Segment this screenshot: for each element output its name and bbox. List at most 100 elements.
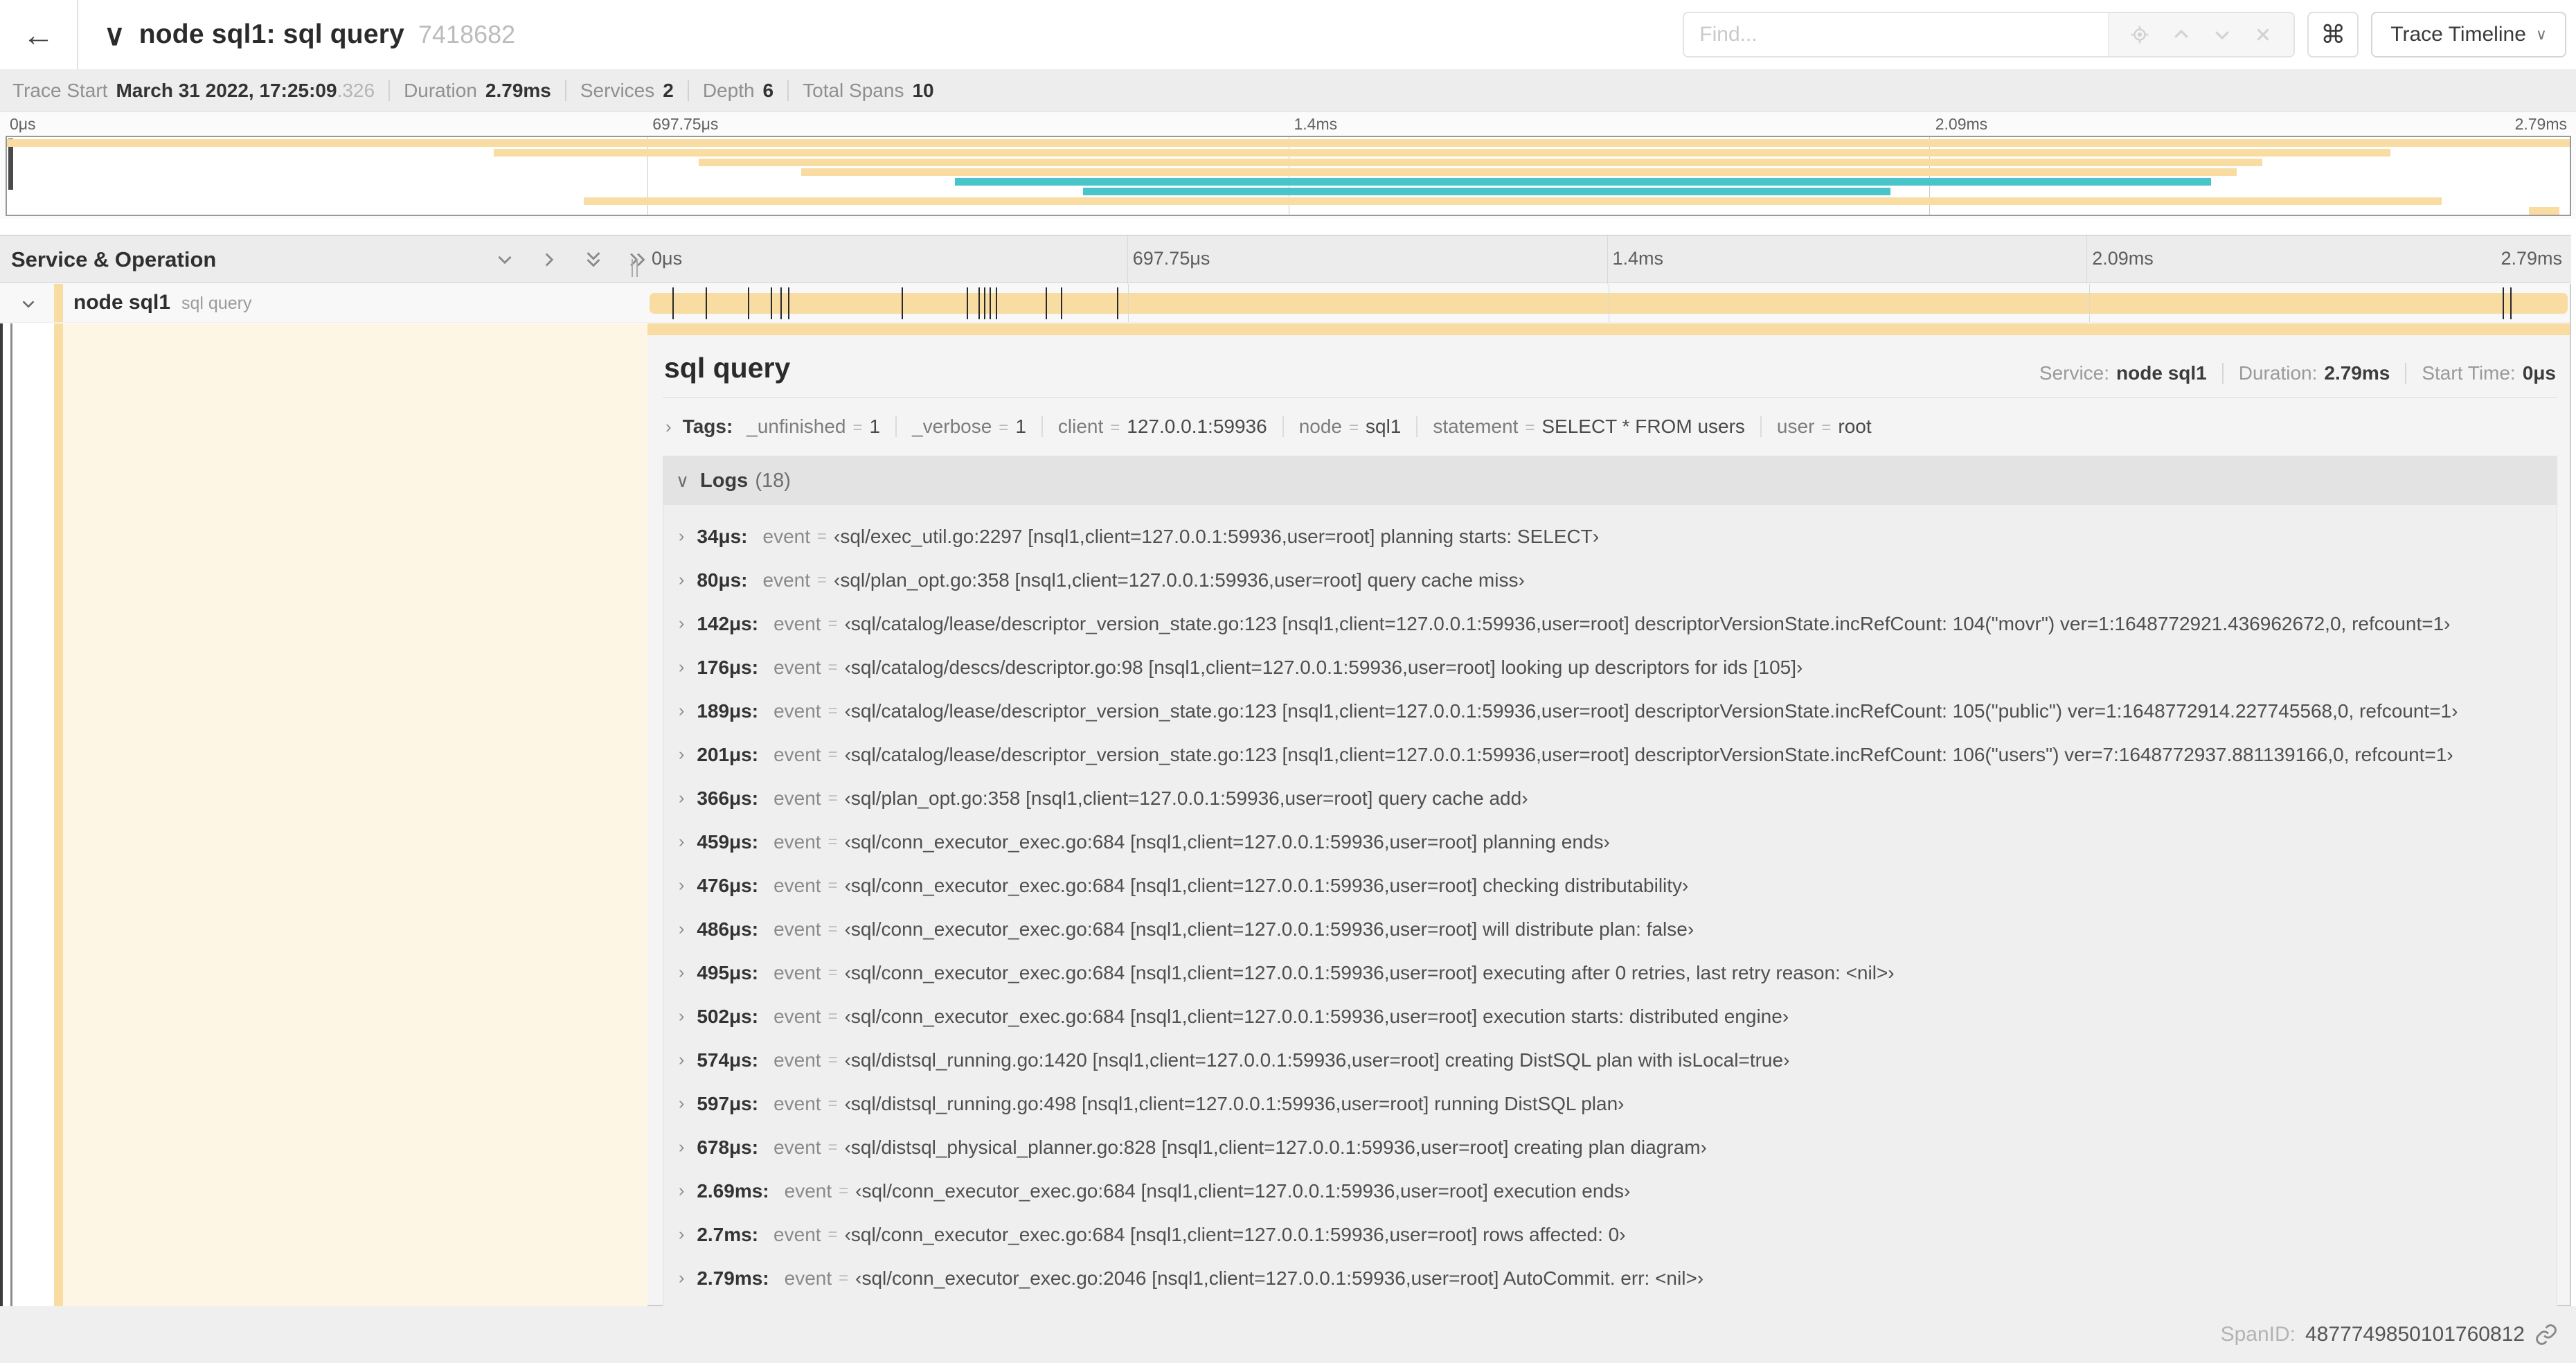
deep-link-icon[interactable] xyxy=(2534,1323,2558,1346)
log-field-key: event xyxy=(773,830,821,853)
span-detail-highlight xyxy=(63,323,647,1306)
collapse-one-icon[interactable] xyxy=(493,248,517,271)
trace-summary-bar: Trace Start March 31 2022, 17:25:09.326 … xyxy=(0,69,2576,112)
log-entry-row[interactable]: › 366μs: event = ‹sql/plan_opt.go:358 [n… xyxy=(663,776,2557,820)
log-timestamp: 459μs: xyxy=(697,830,759,853)
column-resize-grip[interactable] xyxy=(632,259,644,277)
equals-sign: = xyxy=(828,1224,838,1244)
find-prev-icon[interactable] xyxy=(2171,24,2192,45)
collapse-all-icon[interactable] xyxy=(582,248,605,271)
log-entry-row[interactable]: › 201μs: event = ‹sql/catalog/lease/desc… xyxy=(663,733,2557,776)
logs-label: Logs xyxy=(700,469,749,492)
log-entry-row[interactable]: › 597μs: event = ‹sql/distsql_running.go… xyxy=(663,1082,2557,1125)
locate-icon[interactable] xyxy=(2129,24,2150,45)
logs-list: › 34μs: event = ‹sql/exec_util.go:2297 [… xyxy=(663,505,2557,1303)
log-entry-row[interactable]: › 486μs: event = ‹sql/conn_executor_exec… xyxy=(663,907,2557,951)
log-field-value: ‹sql/distsql_running.go:1420 [nsql1,clie… xyxy=(844,1049,1790,1071)
summary-label: Depth xyxy=(702,79,755,101)
equals-sign: = xyxy=(852,418,863,437)
back-button[interactable]: ← xyxy=(0,0,78,69)
keyboard-shortcuts-button[interactable]: ⌘ xyxy=(2307,12,2359,57)
log-entry-row[interactable]: › 142μs: event = ‹sql/catalog/lease/desc… xyxy=(663,602,2557,645)
log-entry-row[interactable]: › 459μs: event = ‹sql/conn_executor_exec… xyxy=(663,820,2557,864)
tag-key: node xyxy=(1298,416,1342,437)
minimap-span-bar xyxy=(699,159,2262,166)
tick-label: 1.4ms xyxy=(1612,248,1664,269)
log-field-value: ‹sql/conn_executor_exec.go:684 [nsql1,cl… xyxy=(844,874,1689,896)
summary-value: 6 xyxy=(762,79,774,101)
log-marker-tick xyxy=(770,287,772,319)
trace-summary-item: Trace Start March 31 2022, 17:25:09.326 xyxy=(12,80,375,102)
tags-label: Tags: xyxy=(682,416,733,437)
chevron-right-icon: › xyxy=(679,1137,685,1157)
log-timestamp: 366μs: xyxy=(697,787,759,809)
equals-sign: = xyxy=(828,1050,838,1069)
span-bar-column[interactable] xyxy=(647,284,2570,322)
tag-item: client = 127.0.0.1:59936 xyxy=(1058,416,1267,438)
log-field-key: event xyxy=(773,787,821,809)
logs-accordion-header[interactable]: ∨ Logs (18) xyxy=(663,456,2557,505)
tag-value: 127.0.0.1:59936 xyxy=(1127,416,1267,437)
log-entry-row[interactable]: › 2.69ms: event = ‹sql/conn_executor_exe… xyxy=(663,1169,2557,1213)
trace-collapse-chevron-icon[interactable]: ∨ xyxy=(104,18,125,52)
log-marker-tick xyxy=(705,287,707,319)
span-name-column[interactable]: node sql1 sql query xyxy=(0,284,647,322)
log-timestamp: 2.7ms: xyxy=(697,1223,759,1245)
tags-accordion[interactable]: › Tags: _unfinished = 1 _verbose = 1 cli… xyxy=(661,398,2559,454)
command-icon: ⌘ xyxy=(2320,20,2346,48)
log-entry-row[interactable]: › 574μs: event = ‹sql/distsql_running.go… xyxy=(663,1038,2557,1082)
log-entry-row[interactable]: › 189μs: event = ‹sql/catalog/lease/desc… xyxy=(663,689,2557,733)
span-row[interactable]: node sql1 sql query xyxy=(0,284,2570,323)
chevron-down-icon: ∨ xyxy=(2535,26,2547,43)
trace-view-selector-button[interactable]: Trace Timeline ∨ xyxy=(2371,12,2566,57)
log-timestamp: 34μs: xyxy=(697,525,748,547)
log-entry-row[interactable]: › 2.79ms: event = ‹sql/conn_executor_exe… xyxy=(663,1256,2557,1300)
log-entry-row[interactable]: › 2.7ms: event = ‹sql/conn_executor_exec… xyxy=(663,1213,2557,1256)
equals-sign: = xyxy=(828,788,838,808)
log-field-key: event xyxy=(773,700,821,722)
equals-sign: = xyxy=(999,418,1009,437)
expand-one-icon[interactable] xyxy=(537,248,561,271)
equals-sign: = xyxy=(828,963,838,982)
log-entry-row[interactable]: › 176μs: event = ‹sql/catalog/descs/desc… xyxy=(663,645,2557,689)
tag-item: node = sql1 xyxy=(1299,416,1402,438)
gridline xyxy=(2089,284,2090,322)
log-marker-tick xyxy=(990,287,992,319)
span-detail-title: sql query xyxy=(664,352,791,384)
log-field-value: ‹sql/plan_opt.go:358 [nsql1,client=127.0… xyxy=(844,787,1528,809)
log-entry-row[interactable]: › 495μs: event = ‹sql/conn_executor_exec… xyxy=(663,951,2557,995)
find-input[interactable] xyxy=(1684,13,2109,56)
equals-sign: = xyxy=(817,570,828,589)
log-marker-tick xyxy=(780,287,782,319)
minimap-canvas[interactable] xyxy=(6,136,2571,216)
find-clear-icon[interactable] xyxy=(2253,24,2273,45)
log-entry-row[interactable]: › 34μs: event = ‹sql/exec_util.go:2297 [… xyxy=(663,515,2557,558)
detail-left-edge xyxy=(0,323,3,1306)
log-field-value: ‹sql/conn_executor_exec.go:2046 [nsql1,c… xyxy=(855,1267,1704,1289)
log-entry-row[interactable]: › 502μs: event = ‹sql/conn_executor_exec… xyxy=(663,995,2557,1038)
equals-sign: = xyxy=(828,919,838,938)
span-color-accent xyxy=(54,284,63,322)
summary-label: Trace Start xyxy=(12,79,108,101)
log-timestamp: 201μs: xyxy=(697,743,759,765)
equals-sign: = xyxy=(1821,418,1832,437)
summary-value: 10 xyxy=(912,79,934,101)
log-entry-row[interactable]: › 80μs: event = ‹sql/plan_opt.go:358 [ns… xyxy=(663,558,2557,602)
tick-label: 2.79ms xyxy=(2501,248,2562,269)
log-marker-tick xyxy=(978,287,980,319)
duration-label: Duration: xyxy=(2238,362,2318,384)
chevron-right-icon: › xyxy=(679,1224,685,1244)
tag-key: statement xyxy=(1433,416,1519,437)
log-entry-row[interactable]: › 476μs: event = ‹sql/conn_executor_exec… xyxy=(663,864,2557,907)
minimap-span-bar xyxy=(801,168,2237,176)
find-next-icon[interactable] xyxy=(2212,24,2233,45)
trace-minimap[interactable]: 0μs 697.75μs 1.4ms 2.09ms 2.79ms xyxy=(0,112,2576,219)
chevron-right-icon: › xyxy=(679,963,685,982)
log-timestamp: 678μs: xyxy=(697,1136,759,1158)
log-timestamp: 597μs: xyxy=(697,1092,759,1114)
span-children-chevron-icon[interactable] xyxy=(18,294,39,318)
log-timestamp: 486μs: xyxy=(697,918,759,940)
log-entry-row[interactable]: › 678μs: event = ‹sql/distsql_physical_p… xyxy=(663,1125,2557,1169)
tick-label: 0μs xyxy=(10,115,36,133)
tags-list: _unfinished = 1 _verbose = 1 client = 12… xyxy=(746,416,1872,438)
